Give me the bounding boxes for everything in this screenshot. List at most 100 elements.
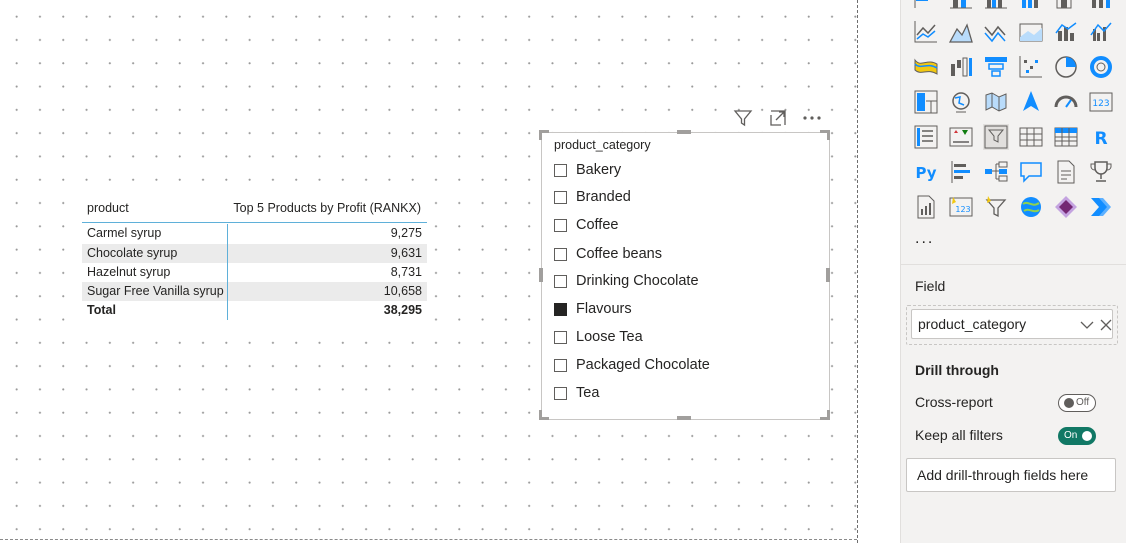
resize-handle-top[interactable] (677, 130, 691, 134)
toggle-state: On (1064, 430, 1078, 441)
slicer-item-packaged-chocolate[interactable]: Packaged Chocolate (554, 354, 710, 376)
matrix-icon[interactable] (1053, 124, 1079, 150)
field-pill[interactable]: product_category (911, 309, 1113, 339)
paginated-report-icon[interactable] (913, 194, 939, 220)
checkbox[interactable] (554, 386, 567, 400)
field-well[interactable]: product_category (906, 305, 1118, 345)
table-row[interactable]: Chocolate syrup 9,631 (82, 244, 427, 263)
100-percent-column-chart-icon[interactable] (1088, 0, 1114, 12)
kpi-icon[interactable] (948, 124, 974, 150)
table-row[interactable]: Carmel syrup 9,275 (82, 224, 427, 243)
power-automate-icon[interactable] (1088, 194, 1114, 220)
new-card-icon[interactable]: 123 (948, 194, 974, 220)
filled-map-icon[interactable] (983, 89, 1009, 115)
checkbox[interactable] (554, 218, 567, 232)
field-pill-label: product_category (918, 316, 1027, 332)
visualizations-pane: 123 R Py 123 ... Field product_category (900, 0, 1126, 543)
svg-text:123: 123 (955, 205, 970, 214)
resize-handle-bottom-right[interactable] (827, 410, 830, 420)
table-icon[interactable] (1018, 124, 1044, 150)
slicer-icon[interactable] (983, 124, 1009, 150)
resize-handle-right[interactable] (826, 268, 830, 282)
slicer-item-flavours[interactable]: Flavours (554, 298, 632, 320)
checkbox[interactable] (554, 247, 567, 261)
resize-handle-bottom[interactable] (677, 416, 691, 420)
close-icon[interactable] (1100, 318, 1112, 336)
map-icon[interactable] (948, 89, 974, 115)
line-and-column-chart-icon[interactable] (1053, 19, 1079, 45)
checkbox[interactable] (554, 163, 567, 177)
more-visuals-icon[interactable]: ... (915, 230, 934, 248)
power-apps-icon[interactable] (1053, 194, 1079, 220)
funnel-chart-icon[interactable] (983, 54, 1009, 80)
decomposition-tree-icon[interactable] (983, 159, 1009, 185)
checkbox[interactable] (554, 330, 567, 344)
stacked-area-chart-icon[interactable] (983, 19, 1009, 45)
cross-report-toggle[interactable]: Off (1058, 394, 1096, 412)
python-visual-icon[interactable]: Py (913, 159, 939, 185)
slicer-item-branded[interactable]: Branded (554, 186, 631, 208)
slicer-item-drinking-chocolate[interactable]: Drinking Chocolate (554, 270, 699, 292)
checkbox[interactable] (554, 190, 567, 204)
slicer-item-label: Loose Tea (576, 329, 643, 345)
product-category-slicer[interactable]: product_category Bakery Branded Coffee C… (541, 132, 830, 420)
keep-all-filters-toggle[interactable]: On (1058, 427, 1096, 445)
resize-handle-bottom-left[interactable] (539, 410, 542, 420)
column-divider[interactable] (227, 224, 228, 320)
scatter-chart-icon[interactable] (1018, 54, 1044, 80)
metrics-icon[interactable] (1088, 159, 1114, 185)
line-and-clustered-column-chart-icon[interactable] (1088, 19, 1114, 45)
stacked-bar-chart-icon[interactable] (913, 0, 939, 12)
slicer-item-loose-tea[interactable]: Loose Tea (554, 326, 643, 348)
more-options-icon[interactable] (801, 107, 823, 129)
qa-icon[interactable] (1018, 159, 1044, 185)
r-visual-icon[interactable]: R (1088, 124, 1114, 150)
100-percent-bar-chart-icon[interactable] (1053, 0, 1079, 12)
focus-mode-icon[interactable] (767, 107, 789, 129)
table-row[interactable]: Sugar Free Vanilla syrup 10,658 (82, 282, 427, 301)
multi-row-card-icon[interactable] (913, 124, 939, 150)
smart-narrative-icon[interactable] (1053, 159, 1079, 185)
toggle-knob (1082, 431, 1092, 441)
filter-icon[interactable] (732, 107, 754, 129)
canvas-bottom-edge (0, 539, 857, 540)
arcgis-map-icon[interactable] (1018, 194, 1044, 220)
ribbon-chart-icon[interactable] (913, 54, 939, 80)
slicer-item-bakery[interactable]: Bakery (554, 159, 621, 181)
card-icon[interactable]: 123 (1088, 89, 1114, 115)
checkbox[interactable] (554, 274, 567, 288)
line-chart-icon[interactable] (913, 19, 939, 45)
area-chart-icon[interactable] (948, 19, 974, 45)
resize-handle-left[interactable] (539, 268, 543, 282)
slicer-item-label: Flavours (576, 301, 632, 317)
add-drill-through-field-well[interactable]: Add drill-through fields here (906, 458, 1116, 492)
key-influencers-icon[interactable] (948, 159, 974, 185)
checkbox[interactable] (554, 358, 567, 372)
toggle-knob (1064, 398, 1074, 408)
table-row[interactable]: Hazelnut syrup 8,731 (82, 263, 427, 282)
slicer-item-coffee-beans[interactable]: Coffee beans (554, 243, 662, 265)
chevron-down-icon[interactable] (1080, 318, 1094, 336)
azure-map-icon[interactable] (1018, 89, 1044, 115)
gauge-icon[interactable] (1053, 89, 1079, 115)
slicer-item-label: Bakery (576, 162, 622, 178)
column-header-top5-profit[interactable]: Top 5 Products by Profit (RANKX) (233, 201, 421, 215)
checkbox-checked[interactable] (554, 302, 567, 316)
resize-handle-top-left[interactable] (539, 130, 542, 140)
pane-separator (901, 264, 1126, 265)
waterfall-chart-icon[interactable] (948, 54, 974, 80)
resize-handle-top-right[interactable] (827, 130, 830, 140)
pie-chart-icon[interactable] (1053, 54, 1079, 80)
table-visual[interactable]: product Top 5 Products by Profit (RANKX)… (82, 196, 427, 324)
treemap-icon[interactable] (913, 89, 939, 115)
column-header-product[interactable]: product (87, 201, 129, 215)
donut-chart-icon[interactable] (1088, 54, 1114, 80)
stacked-column-chart-icon[interactable] (948, 0, 974, 12)
new-slicer-icon[interactable] (983, 194, 1009, 220)
svg-text:Py: Py (915, 164, 936, 182)
100-percent-area-chart-icon[interactable] (1018, 19, 1044, 45)
slicer-item-tea[interactable]: Tea (554, 382, 599, 404)
clustered-bar-chart-icon[interactable] (1018, 0, 1044, 12)
slicer-item-coffee[interactable]: Coffee (554, 214, 618, 236)
clustered-column-chart-icon[interactable] (983, 0, 1009, 12)
